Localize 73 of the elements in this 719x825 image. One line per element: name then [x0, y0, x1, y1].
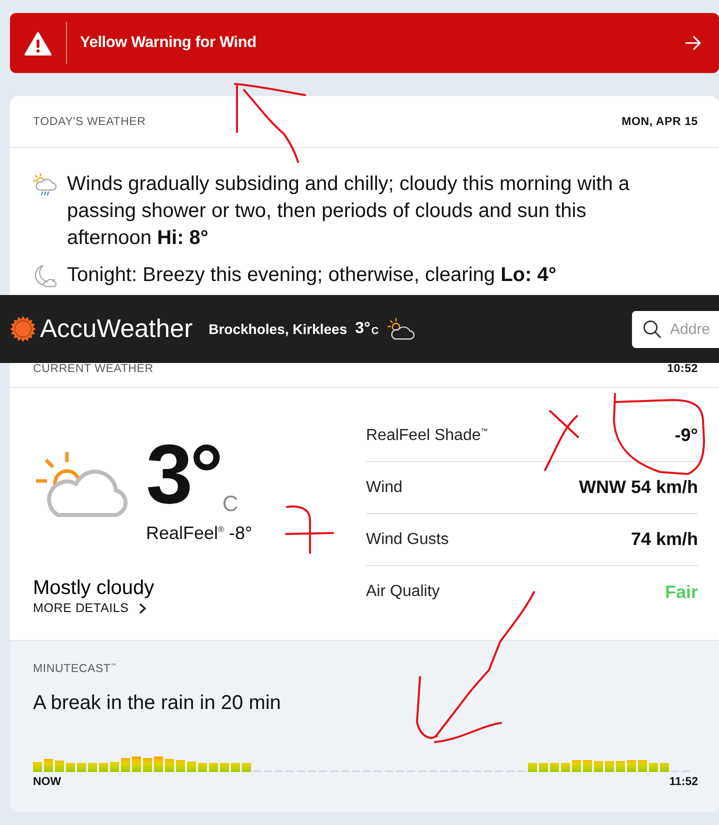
precipitation-bar: [627, 760, 636, 772]
precipitation-bar: [616, 761, 625, 772]
precipitation-bar: [528, 763, 537, 772]
annotation-hook-mark: [285, 506, 334, 554]
precipitation-bar: [572, 760, 581, 772]
detail-value: Fair: [664, 582, 698, 602]
precipitation-bar: [649, 763, 658, 772]
precipitation-bar: [176, 760, 185, 772]
precipitation-bar: [220, 763, 229, 772]
precipitation-bar: [209, 763, 218, 772]
current-temperature: 3°: [146, 442, 220, 506]
detail-value: 74 km/h: [630, 529, 698, 550]
precipitation-bar: [154, 756, 163, 772]
condition-text: Mostly cloudy: [33, 577, 154, 599]
precipitation-bar: [660, 763, 669, 772]
observation-time: 10:52: [667, 363, 698, 375]
precipitation-bar: [165, 759, 174, 772]
temperature-unit: C: [222, 493, 238, 515]
weather-warning-banner[interactable]: Yellow Warning for Wind: [10, 13, 719, 73]
search-icon: [643, 320, 661, 338]
realfeel-reading: RealFeel$^{®}$ -8°: [146, 522, 252, 544]
precipitation-bar: [605, 761, 614, 772]
header-temperature-unit: C: [371, 326, 379, 337]
precipitation-bar: [55, 760, 64, 772]
search-field[interactable]: Addre: [632, 310, 719, 348]
annotation-cross-mark: [544, 410, 579, 471]
header-temperature: 3°: [355, 320, 370, 338]
minutecast-summary: A break in the rain in 20 min: [33, 691, 282, 715]
forecast-date: MON, APR 15: [622, 116, 698, 128]
precipitation-bar: [99, 763, 108, 772]
chevron-right-icon: [138, 602, 146, 614]
precipitation-bar: [143, 758, 152, 772]
precipitation-bar: [132, 756, 141, 772]
warning-icon: [24, 30, 52, 56]
precipitation-bar: [187, 762, 196, 772]
more-details-link[interactable]: MORE DETAILS: [33, 601, 146, 615]
sun-logo-icon: [10, 316, 36, 342]
precipitation-bar: [44, 759, 53, 772]
precipitation-bar: [33, 762, 42, 772]
precipitation-bar: [88, 763, 97, 772]
precipitation-bar: [66, 763, 75, 772]
detail-label: RealFeel Shade$^{™}$: [366, 426, 488, 444]
location-name: Brockholes, Kirklees: [208, 321, 348, 337]
precipitation-bar: [242, 763, 251, 772]
precipitation-bar: [77, 763, 86, 772]
precipitation-bar: [539, 763, 548, 772]
detail-value: -9°: [674, 425, 698, 446]
detail-label: Air Quality: [366, 583, 440, 601]
detail-value: WNW 54 km/h: [578, 477, 698, 498]
brand-name[interactable]: AccuWeather: [40, 315, 193, 343]
section-heading: TODAY'S WEATHER: [33, 116, 146, 128]
precipitation-bar: [121, 758, 130, 772]
detail-label: Wind Gusts: [366, 530, 449, 548]
precipitation-bar: [638, 760, 647, 772]
precipitation-bar: [231, 763, 240, 772]
sun-cloud-icon: [386, 318, 415, 340]
forecast-text: Tonight: Breezy this evening; otherwise, clearing Lo: 4°: [67, 263, 558, 288]
moon-cloud-icon: [33, 264, 57, 288]
sun-cloud-icon: [36, 452, 130, 518]
detail-label: Wind: [366, 478, 402, 496]
precipitation-bar: [550, 763, 559, 772]
precipitation-bar: [583, 760, 592, 772]
precipitation-bar: [110, 762, 119, 772]
precipitation-bar: [198, 763, 207, 772]
arrow-right-icon: [685, 36, 701, 50]
timeline-start-label: NOW: [33, 775, 62, 789]
forecast-text: Winds gradually subsiding and chilly; cloudy this morning with a passing shower or two, then periods of clouds and sun this afternoon Hi: 8°: [67, 172, 630, 251]
precipitation-bar: [561, 763, 570, 772]
timeline-end-label: 11:52: [669, 775, 698, 789]
precipitation-bar: [594, 761, 603, 772]
section-heading: CURRENT WEATHER: [33, 363, 154, 375]
sun-cloud-rain-icon: [33, 173, 57, 196]
section-heading: MINUTECAST$^{™}$: [33, 663, 118, 675]
